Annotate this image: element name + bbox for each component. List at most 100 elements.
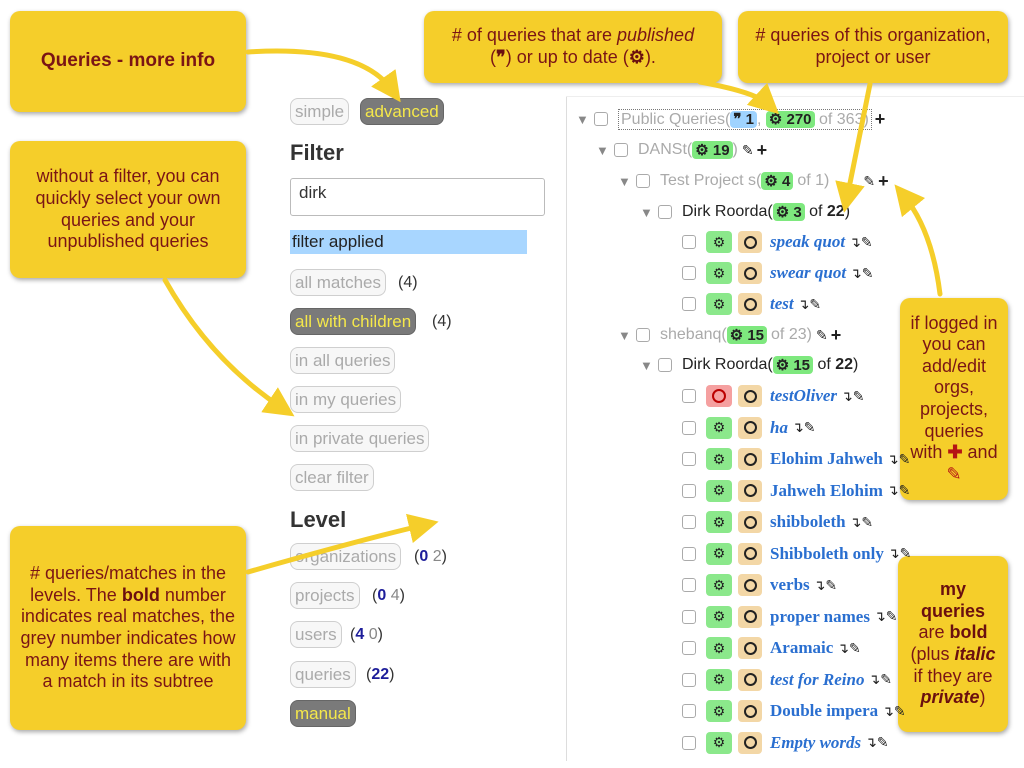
tree-query-row[interactable]: ⚙ Double impera ↴ ✎ <box>682 698 906 724</box>
query-name-link[interactable]: speak quot <box>770 232 845 252</box>
tree-query-row[interactable]: ⚙ Aramaic ↴ ✎ <box>682 635 861 661</box>
tree-query-row[interactable]: ⚙ test for Reino ↴ ✎ <box>682 667 892 693</box>
clear-filter-button[interactable]: clear filter <box>290 464 374 491</box>
tree-query-row[interactable]: ⚙ Shibboleth only ↴ ✎ <box>682 541 911 567</box>
share-arrow-icon[interactable]: ↴ <box>841 388 853 405</box>
mode-advanced-button[interactable]: advanced <box>360 98 444 125</box>
in-all-queries-button[interactable]: in all queries <box>290 347 396 374</box>
tree-org-shebanq-row[interactable]: ▼ shebanq(⚙ 15 of 23) ✎ + <box>618 322 841 348</box>
tree-query-row[interactable]: ⚙ ha ↴ ✎ <box>682 415 815 441</box>
edit-pencil-icon[interactable]: ✎ <box>804 419 816 436</box>
edit-pencil-icon[interactable]: ✎ <box>899 451 911 468</box>
level-queries-button[interactable]: queries <box>290 661 356 688</box>
edit-pencil-icon[interactable]: ✎ <box>849 640 861 657</box>
edit-pencil-icon[interactable]: ✎ <box>853 388 865 405</box>
checkbox[interactable] <box>658 205 672 219</box>
checkbox[interactable] <box>682 452 696 466</box>
share-arrow-icon[interactable]: ↴ <box>865 734 877 751</box>
tree-project-row[interactable]: ▼ Test Project s(⚙ 4 of 1) ✎ + <box>618 168 889 194</box>
edit-pencil-icon[interactable]: ✎ <box>880 671 892 688</box>
query-name-link[interactable]: proper names <box>770 607 870 627</box>
tree-query-row[interactable]: ⚙ proper names ↴ ✎ <box>682 604 897 630</box>
tree-user-row[interactable]: ▼ Dirk Roorda(⚙ 15 of 22) <box>640 352 858 378</box>
query-name-link[interactable]: test <box>770 294 794 314</box>
checkbox[interactable] <box>682 389 696 403</box>
query-name-link[interactable]: test for Reino <box>770 670 864 690</box>
add-plus-icon[interactable]: + <box>878 171 889 192</box>
checkbox[interactable] <box>682 420 696 435</box>
mode-simple-button[interactable]: simple <box>290 98 350 125</box>
edit-pencil-icon[interactable]: ✎ <box>861 234 873 251</box>
checkbox[interactable] <box>682 672 696 687</box>
tree-query-row[interactable]: ⚙ Jahweh Elohim ↴ ✎ <box>682 478 910 504</box>
share-arrow-icon[interactable]: ↴ <box>887 451 899 468</box>
level-projects-button[interactable]: projects <box>290 582 360 609</box>
edit-pencil-icon[interactable]: ✎ <box>894 703 906 720</box>
edit-pencil-icon[interactable]: ✎ <box>742 142 754 159</box>
edit-pencil-icon[interactable]: ✎ <box>825 577 837 594</box>
all-with-children-button[interactable]: all with children <box>290 308 417 335</box>
tree-query-row[interactable]: ⚙ verbs ↴ ✎ <box>682 572 837 598</box>
checkbox[interactable] <box>636 328 650 342</box>
share-arrow-icon[interactable]: ↴ <box>888 545 900 562</box>
query-name-link[interactable]: Double impera <box>770 701 878 721</box>
filter-input[interactable]: dirk <box>290 178 545 216</box>
tree-root-row[interactable]: ▼ Public Queries(❞ 1, ⚙ 270 of 363) + <box>576 106 885 132</box>
edit-pencil-icon[interactable]: ✎ <box>900 545 912 562</box>
tree-query-row[interactable]: ⚙ speak quot ↴ ✎ <box>682 229 873 255</box>
add-plus-icon[interactable]: + <box>875 109 886 130</box>
add-plus-icon[interactable]: + <box>831 325 842 346</box>
collapse-triangle-icon[interactable]: ▼ <box>576 112 594 127</box>
tree-query-row[interactable]: ⚙ shibboleth ↴ ✎ <box>682 509 873 535</box>
checkbox[interactable] <box>682 735 696 750</box>
checkbox[interactable] <box>682 641 696 655</box>
tree-org-danst-row[interactable]: ▼ DANSt(⚙ 19) ✎ + <box>596 137 767 163</box>
edit-pencil-icon[interactable]: ✎ <box>886 608 898 625</box>
tree-query-row[interactable]: ⚙ Elohim Jahweh ↴ ✎ <box>682 446 910 472</box>
edit-pencil-icon[interactable]: ✎ <box>816 327 828 344</box>
add-plus-icon[interactable]: + <box>757 140 768 161</box>
checkbox[interactable] <box>594 112 608 126</box>
checkbox[interactable] <box>682 235 696 249</box>
edit-pencil-icon[interactable]: ✎ <box>809 296 821 313</box>
level-organizations-button[interactable]: organizations <box>290 543 402 570</box>
collapse-triangle-icon[interactable]: ▼ <box>640 358 658 373</box>
tree-query-row[interactable]: ⚙ test ↴ ✎ <box>682 291 821 317</box>
query-name-link[interactable]: Elohim Jahweh <box>770 449 883 469</box>
checkbox[interactable] <box>682 297 696 311</box>
query-name-link[interactable]: verbs <box>770 575 810 595</box>
checkbox[interactable] <box>682 546 696 561</box>
checkbox[interactable] <box>682 483 696 498</box>
checkbox[interactable] <box>682 515 696 529</box>
share-arrow-icon[interactable]: ↴ <box>837 640 849 657</box>
checkbox[interactable] <box>682 609 696 624</box>
checkbox[interactable] <box>658 358 672 372</box>
tree-query-row[interactable]: testOliver ↴ ✎ <box>682 383 865 409</box>
tree-query-row[interactable]: ⚙ Empty words ↴ ✎ <box>682 730 889 756</box>
checkbox[interactable] <box>682 704 696 718</box>
share-arrow-icon[interactable]: ↴ <box>887 482 899 499</box>
tree-user-row[interactable]: ▼ Dirk Roorda(⚙ 3 of 22) <box>640 199 850 225</box>
all-matches-button[interactable]: all matches <box>290 269 386 296</box>
tree-query-row[interactable]: ⚙ swear quot ↴ ✎ <box>682 260 874 286</box>
share-arrow-icon[interactable]: ↴ <box>798 296 810 313</box>
collapse-triangle-icon[interactable]: ▼ <box>618 174 636 189</box>
checkbox[interactable] <box>682 578 696 592</box>
edit-pencil-icon[interactable]: ✎ <box>877 734 889 751</box>
query-name-link[interactable]: Shibboleth only <box>770 544 884 564</box>
checkbox[interactable] <box>682 266 696 280</box>
edit-pencil-icon[interactable]: ✎ <box>861 514 873 531</box>
collapse-triangle-icon[interactable]: ▼ <box>618 328 636 343</box>
share-arrow-icon[interactable]: ↴ <box>874 608 886 625</box>
query-name-link[interactable]: Aramaic <box>770 638 833 658</box>
edit-pencil-icon[interactable]: ✎ <box>899 482 911 499</box>
share-arrow-icon[interactable]: ↴ <box>849 234 861 251</box>
query-name-link[interactable]: testOliver <box>770 386 837 406</box>
checkbox[interactable] <box>636 174 650 188</box>
share-arrow-icon[interactable]: ↴ <box>792 419 804 436</box>
in-private-queries-button[interactable]: in private queries <box>290 425 430 452</box>
edit-pencil-icon[interactable]: ✎ <box>862 265 874 282</box>
edit-pencil-icon[interactable]: ✎ <box>863 173 875 190</box>
query-name-link[interactable]: shibboleth <box>770 512 846 532</box>
share-arrow-icon[interactable]: ↴ <box>850 514 862 531</box>
